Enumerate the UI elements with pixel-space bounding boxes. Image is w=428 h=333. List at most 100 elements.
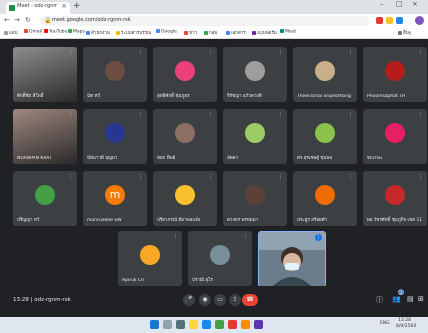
browser-tab[interactable]: Meet - odz-rgnm-rsk × — [6, 2, 70, 14]
profile-avatar[interactable] — [415, 16, 424, 25]
participant-tile[interactable]: ⋮ Theerachai Sriphothong — [293, 47, 357, 102]
captions-button[interactable]: ▭ — [214, 294, 226, 306]
new-tab-icon[interactable]: + — [73, 1, 81, 11]
tab-bar: Meet - odz-rgnm-rsk × + – □ × — [0, 0, 428, 14]
bookmark-item[interactable]: YouTube — [44, 29, 67, 35]
meeting-code: odz-rgnm-rsk — [34, 297, 71, 303]
present-button[interactable]: ⇪ — [229, 294, 241, 306]
participant-avatar — [35, 185, 55, 205]
bookmark-favicon-icon — [116, 30, 120, 35]
participant-tile[interactable]: ⋮ ปัทมาวดี บุญมา — [83, 109, 147, 164]
participant-tile[interactable]: m ⋮ monruedee SW — [83, 171, 147, 226]
bookmark-item[interactable]: Google — [156, 29, 177, 35]
muted-mic-icon: ⋮ — [243, 234, 248, 240]
minimize-icon[interactable]: – — [380, 0, 384, 8]
bookmark-item[interactable]: Maps — [68, 29, 85, 35]
bookmark-item[interactable]: ระบบสารบรรณ — [116, 29, 151, 36]
self-view-tile[interactable]: ⋮ — [258, 231, 326, 287]
participant-tile[interactable]: ⋮ ปรียาภรณ์ สีมาพลแจ้ง — [153, 171, 217, 226]
participant-tile[interactable]: ⋮ NUANPAN KRAT — [13, 109, 77, 164]
participant-name: จิรัชญา แก้วดวงดี — [227, 94, 262, 99]
camera-button[interactable]: ◉ — [199, 294, 211, 306]
app-icon[interactable] — [241, 320, 250, 329]
chrome-icon[interactable] — [215, 320, 224, 329]
participant-tile[interactable]: ⋮ ผอ.วัชรศักดิ์ ชุมภูกิจ เขต 11 — [363, 171, 427, 226]
participant-avatar — [175, 61, 195, 81]
muted-mic-icon: ⋮ — [68, 112, 73, 118]
participant-tile[interactable]: ⋮ ประยูร สร้อยคำ — [293, 171, 357, 226]
tab-title: Meet - odz-rgnm-rsk — [17, 3, 57, 9]
bookmark-item[interactable]: ข่าว — [184, 29, 197, 36]
file-explorer-icon[interactable] — [189, 320, 198, 329]
more-options-icon[interactable]: ⋮ — [315, 234, 322, 241]
chat-icon[interactable]: ▤ — [407, 295, 414, 303]
participant-tile[interactable]: ⋮ Apiruk Ch — [118, 231, 182, 286]
participant-tile[interactable]: ⋮ ดร.สุรเชษฐ์ ชุมพล — [293, 109, 357, 164]
maximize-icon[interactable]: □ — [396, 0, 403, 8]
people-icon[interactable]: 👥 — [392, 295, 401, 303]
window-close-icon[interactable]: × — [412, 0, 418, 8]
participant-tile[interactable]: ⋮ หยก ทิพย์ — [153, 109, 217, 164]
bookmark-item[interactable]: สำนักงาน — [86, 29, 110, 36]
muted-mic-icon: ⋮ — [418, 50, 423, 56]
participant-tile[interactable]: ⋮ สุทธิศักดิ์ ชุมภูธร — [153, 47, 217, 102]
back-icon[interactable]: ← — [4, 16, 10, 24]
search-icon[interactable] — [163, 320, 172, 329]
start-icon[interactable] — [150, 320, 159, 329]
bookmark-label: ข่าว — [189, 31, 198, 36]
extension-icon[interactable] — [396, 17, 403, 24]
bookmark-item[interactable]: แบบฟอร์ม — [252, 29, 277, 36]
bookmark-favicon-icon — [44, 29, 48, 33]
separator: | — [30, 297, 33, 303]
extension-icon[interactable] — [376, 17, 383, 24]
participant-tile[interactable]: ⋮ Wichai — [363, 109, 427, 164]
info-icon[interactable]: ⓘ — [376, 295, 383, 305]
meeting-time: 13:28 — [13, 297, 29, 303]
participant-name: ปรียาภรณ์ สีมาพลแจ้ง — [157, 218, 201, 223]
bookmark-favicon-icon — [156, 29, 160, 33]
muted-mic-icon: ⋮ — [348, 174, 353, 180]
participant-avatar — [105, 61, 125, 81]
activities-icon[interactable]: ⊞ — [418, 295, 424, 303]
end-call-button[interactable]: ☎ — [242, 294, 258, 306]
clock-time[interactable]: 13:28 — [398, 318, 411, 323]
app-icon[interactable] — [254, 320, 263, 329]
participant-tile[interactable]: ⋮ ปราณี อุไร — [188, 231, 252, 286]
participant-name: ดร.สุรเชษฐ์ ชุมพล — [297, 156, 333, 161]
app-icon[interactable] — [228, 320, 237, 329]
muted-mic-icon: ⋮ — [138, 174, 143, 180]
clock-date[interactable]: 8/9/2564 — [396, 324, 416, 329]
participant-tile[interactable]: ⋮ จิรัชญา แก้วดวงดี — [223, 47, 287, 102]
participant-avatar — [315, 185, 335, 205]
bookmark-label: เอกสาร — [231, 31, 246, 36]
language-indicator[interactable]: ENG — [380, 321, 390, 326]
close-icon[interactable]: × — [61, 2, 67, 10]
participant-tile[interactable]: ⋮ ดวงพร พรหมมา — [223, 171, 287, 226]
task-view-icon[interactable] — [176, 320, 185, 329]
forward-icon[interactable]: → — [14, 16, 20, 24]
participant-tile[interactable]: ⋮ ศักดิ์ชัย สีโพธิ์ — [13, 47, 77, 102]
bookmark-favicon-icon — [204, 30, 208, 35]
participant-name: ประยูร สร้อยคำ — [297, 218, 328, 223]
participant-name: ดวงพร พรหมมา — [227, 218, 259, 223]
bookmark-label: สำนักงาน — [91, 31, 110, 36]
participant-tile[interactable]: ⋮ ลัดดา — [223, 109, 287, 164]
bookmark-item[interactable]: Meet — [280, 29, 296, 35]
bookmark-item[interactable]: เอกสาร — [226, 29, 246, 36]
participant-tile[interactable]: ⋮ ปริญญา ทวี — [13, 171, 77, 226]
participant-tile[interactable]: ⋮ Phoomsaphat TH — [363, 47, 427, 102]
lock-icon: 🔒 — [44, 17, 52, 24]
participant-name: Theerachai Sriphothong — [297, 94, 352, 99]
reload-icon[interactable]: ↻ — [25, 16, 31, 24]
bookmark-item[interactable]: Gmail — [24, 29, 42, 35]
meet-grid: ⋮ ⋮ ศักดิ์ชัย สีโพธิ์ ⋮ นัท ทวี ⋮ สุทธิศักดิ์… — [0, 39, 428, 317]
bookmark-item[interactable]: กลุ่ม — [204, 29, 217, 36]
participant-name: ศักดิ์ชัย สีโพธิ์ — [17, 94, 44, 99]
bookmark-item[interactable]: อื่นๆ — [398, 29, 411, 36]
participant-tile[interactable]: ⋮ นัท ทวี — [83, 47, 147, 102]
url-field[interactable]: 🔒 meet.google.com/odz-rgnm-rsk — [40, 16, 370, 26]
mic-button[interactable]: 🎤 — [183, 294, 195, 306]
edge-icon[interactable] — [202, 320, 211, 329]
extension-icon[interactable] — [386, 17, 393, 24]
bookmark-item[interactable]: แอป — [4, 29, 17, 36]
